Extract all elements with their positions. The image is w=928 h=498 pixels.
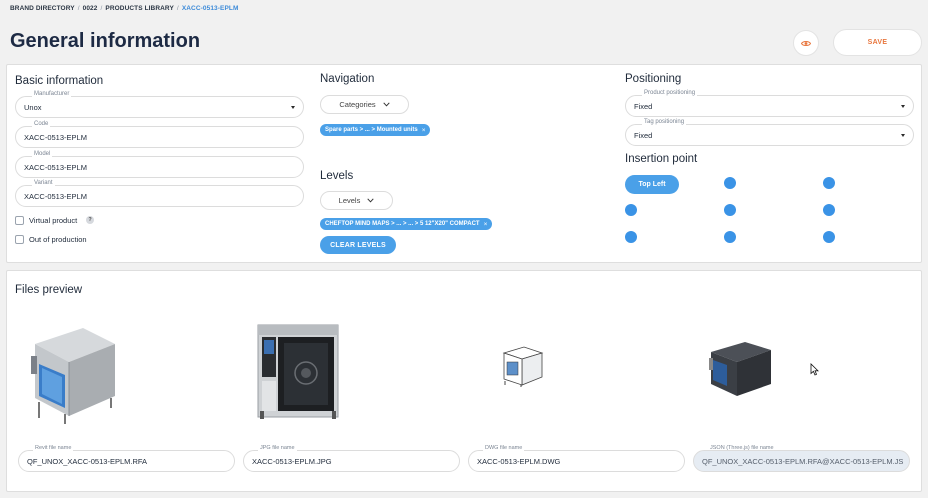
insertion-point-title: Insertion point	[625, 153, 698, 165]
mouse-cursor-icon	[810, 363, 819, 376]
level-chip: CHEFTOP MIND MAPS > ... > ... > 5 12"X20…	[320, 218, 493, 230]
json-file-name-label: JSON (Three.js) file name	[710, 445, 774, 451]
revit-file-name-field[interactable]: Revit file name QF_UNOX_XACC-0513-EPLM.R…	[18, 445, 235, 472]
variant-value: XACC-0513-EPLM	[24, 192, 87, 201]
insertion-point-bottom-center[interactable]	[724, 231, 736, 243]
page-title: General information	[10, 30, 201, 52]
dwg-file-name-value: XACC-0513-EPLM.DWG	[477, 457, 561, 466]
virtual-product-checkbox[interactable]	[15, 216, 24, 225]
save-button[interactable]: SAVE	[833, 29, 922, 56]
manufacturer-value: Unox	[24, 103, 42, 112]
eye-icon	[801, 40, 811, 46]
levels-title: Levels	[320, 170, 354, 182]
breadcrumb-item-0022[interactable]: 0022	[83, 5, 98, 12]
breadcrumb-item-current: XACC-0513-EPLM	[181, 5, 239, 12]
model-label: Model	[32, 151, 53, 157]
level-chip-label: CHEFTOP MIND MAPS > ... > ... > 5 12"X20…	[325, 221, 480, 227]
insertion-point-bottom-right[interactable]	[823, 231, 835, 243]
breadcrumb-item-brand-directory[interactable]: BRAND DIRECTORY	[10, 5, 75, 12]
insertion-point-top-center[interactable]	[724, 177, 736, 189]
json-preview-image	[709, 342, 771, 396]
caret-down-icon	[291, 106, 295, 109]
out-of-production-label: Out of production	[29, 235, 87, 244]
breadcrumb-separator: /	[176, 5, 179, 12]
dwg-preview-image	[502, 346, 544, 387]
tag-positioning-select[interactable]: Tag positioning Fixed	[625, 119, 914, 146]
basic-information-title: Basic information	[15, 75, 104, 87]
virtual-product-label: Virtual product	[29, 216, 78, 225]
model-value: XACC-0513-EPLM	[24, 163, 87, 172]
category-chip-label: Spare parts > ... > Mounted units	[325, 127, 418, 133]
chevron-down-icon	[382, 102, 390, 107]
manufacturer-select[interactable]: Manufacturer Unox	[15, 91, 304, 118]
positioning-title: Positioning	[625, 73, 682, 85]
revit-preview-image	[31, 328, 115, 424]
insertion-point-bottom-left[interactable]	[625, 231, 637, 243]
dwg-file-name-field[interactable]: DWG file name XACC-0513-EPLM.DWG	[468, 445, 685, 472]
preview-button[interactable]	[793, 30, 819, 56]
code-label: Code	[32, 121, 51, 127]
product-positioning-value: Fixed	[634, 102, 653, 111]
category-chip: Spare parts > ... > Mounted units ×	[320, 124, 431, 136]
insertion-point-top-right[interactable]	[823, 177, 835, 189]
levels-label: Levels	[338, 196, 361, 205]
categories-dropdown[interactable]: Categories	[320, 95, 409, 114]
variant-label: Variant	[32, 180, 55, 186]
chevron-down-icon	[367, 198, 375, 203]
close-icon[interactable]: ×	[484, 221, 488, 228]
breadcrumb-separator: /	[100, 5, 103, 12]
variant-field[interactable]: Variant XACC-0513-EPLM	[15, 180, 304, 207]
json-file-name-value: QF_UNOX_XACC-0513-EPLM.RFA@XACC-0513-EPL…	[702, 457, 903, 466]
breadcrumb-separator: /	[77, 5, 80, 12]
insertion-point-middle-left[interactable]	[625, 204, 637, 216]
breadcrumb-item-products-library[interactable]: PRODUCTS LIBRARY	[105, 5, 174, 12]
help-icon[interactable]: ?	[86, 216, 94, 224]
caret-down-icon	[901, 134, 905, 137]
jpg-preview-image	[257, 324, 339, 419]
revit-file-name-value: QF_UNOX_XACC-0513-EPLM.RFA	[27, 457, 148, 466]
out-of-production-checkbox[interactable]	[15, 235, 24, 244]
manufacturer-label: Manufacturer	[32, 91, 72, 97]
navigation-title: Navigation	[320, 73, 375, 85]
code-value: XACC-0513-EPLM	[24, 133, 87, 142]
product-positioning-label: Product positioning	[642, 90, 698, 96]
categories-label: Categories	[339, 100, 376, 109]
clear-levels-button[interactable]: CLEAR LEVELS	[320, 236, 396, 254]
dwg-file-name-label: DWG file name	[483, 445, 525, 451]
product-positioning-select[interactable]: Product positioning Fixed	[625, 90, 914, 117]
breadcrumb: BRAND DIRECTORY/0022/PRODUCTS LIBRARY / XA…	[10, 5, 239, 12]
tag-positioning-label: Tag positioning	[642, 119, 687, 125]
json-file-name-field: JSON (Three.js) file name QF_UNOX_XACC-0…	[693, 445, 910, 472]
close-icon[interactable]: ×	[422, 127, 426, 134]
insertion-point-top-left-button[interactable]: Top Left	[625, 175, 679, 194]
tag-positioning-value: Fixed	[634, 131, 653, 140]
insertion-point-middle-center[interactable]	[724, 204, 736, 216]
code-field[interactable]: Code XACC-0513-EPLM	[15, 121, 304, 148]
model-field[interactable]: Model XACC-0513-EPLM	[15, 151, 304, 178]
revit-file-name-label: Revit file name	[33, 445, 74, 451]
jpg-file-name-value: XACC-0513-EPLM.JPG	[252, 457, 332, 466]
jpg-file-name-label: JPG file name	[258, 445, 297, 451]
caret-down-icon	[901, 105, 905, 108]
levels-dropdown[interactable]: Levels	[320, 191, 393, 210]
files-preview-title: Files preview	[15, 284, 83, 296]
insertion-point-middle-right[interactable]	[823, 204, 835, 216]
jpg-file-name-field[interactable]: JPG file name XACC-0513-EPLM.JPG	[243, 445, 460, 472]
